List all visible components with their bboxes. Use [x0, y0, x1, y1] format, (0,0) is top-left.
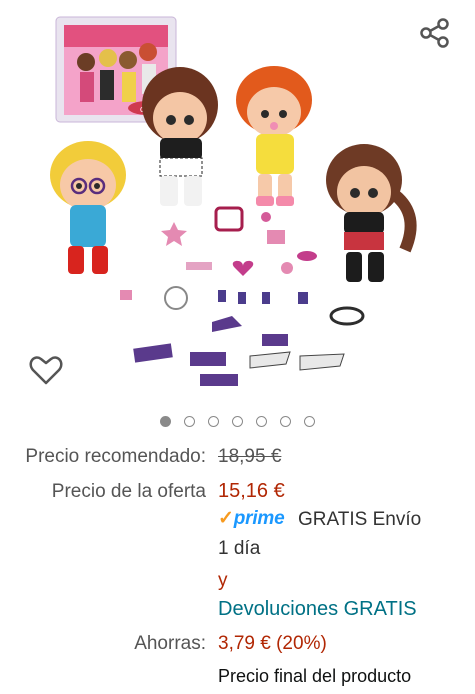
heart-icon[interactable]	[28, 352, 64, 388]
carousel-dot-5[interactable]	[256, 416, 267, 427]
shipping-line-1: GRATIS Envío	[298, 509, 422, 530]
carousel-dot-4[interactable]	[232, 416, 243, 427]
doll-redhead	[236, 66, 312, 206]
doll-blonde	[50, 141, 126, 274]
recommended-price-value: 18,95 €	[218, 446, 282, 467]
carousel-dot-7[interactable]	[304, 416, 315, 427]
free-returns-link[interactable]: Devoluciones GRATIS	[218, 598, 417, 621]
doll-brunette	[142, 67, 218, 206]
carousel-dot-2[interactable]	[184, 416, 195, 427]
share-icon[interactable]	[418, 16, 452, 50]
doll-braid	[326, 144, 417, 282]
carousel-dot-3[interactable]	[208, 416, 219, 427]
offer-price-value: 15,16 €	[218, 480, 285, 502]
carousel-dot-1[interactable]	[160, 416, 171, 427]
final-price-note: Precio final del producto	[218, 666, 412, 686]
recommended-price-label: Precio recomendado:	[25, 446, 206, 467]
product-illustration: GANG	[50, 16, 417, 386]
carousel-dot-6[interactable]	[280, 416, 291, 427]
savings-value: 3,79 € (20%)	[218, 633, 327, 654]
prime-word: prime	[233, 508, 285, 529]
carousel-indicator	[0, 416, 475, 436]
shipping-line-2: 1 día	[218, 538, 261, 559]
offer-price-label: Precio de la oferta	[51, 481, 206, 502]
accessories	[120, 206, 365, 386]
and-connector: y	[218, 570, 228, 591]
prime-check-icon: ✓	[218, 508, 234, 529]
savings-label: Ahorras:	[134, 633, 206, 654]
product-image[interactable]: GANG	[0, 0, 475, 405]
prime-logo: ✓prime	[218, 507, 285, 530]
